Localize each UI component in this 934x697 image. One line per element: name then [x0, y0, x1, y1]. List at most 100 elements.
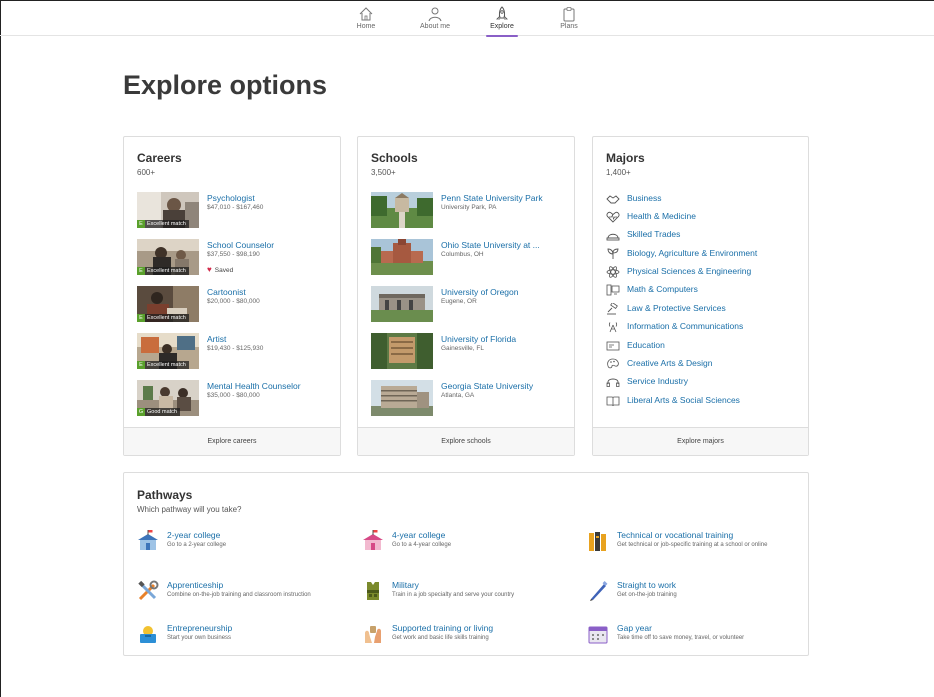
school-title[interactable]: University of Oregon [441, 287, 518, 297]
heart-pulse-icon [606, 211, 620, 223]
schools-heading: Schools [371, 151, 418, 165]
atom-icon [606, 266, 620, 278]
explore-majors-button[interactable]: Explore majors [593, 427, 808, 455]
pathway-2-year-college[interactable]: 2-year college Go to a 2-year college [137, 530, 352, 558]
match-badge: G Good match [137, 408, 180, 416]
match-badge: E Excellent match [137, 220, 189, 228]
major-item-math[interactable]: Math & Computers [606, 283, 806, 297]
career-title[interactable]: School Counselor [207, 240, 274, 250]
antenna-icon [608, 322, 618, 333]
major-item-business[interactable]: Business [606, 192, 806, 206]
vest-icon [367, 582, 379, 600]
major-item-information[interactable]: Information & Communications [606, 320, 806, 334]
palette-icon [607, 358, 619, 369]
match-badge: E Excellent match [137, 361, 189, 369]
school-title[interactable]: Ohio State University at ... [441, 240, 540, 250]
saved-indicator[interactable]: ♥ Saved [207, 265, 233, 274]
schools-count: 3,500+ [371, 168, 396, 177]
gavel-icon [607, 303, 618, 315]
headset-icon [606, 378, 620, 387]
career-title[interactable]: Cartoonist [207, 287, 246, 297]
clipboard-icon [563, 7, 575, 22]
school-location: Atlanta, GA [441, 392, 475, 399]
hard-hat-icon [606, 233, 620, 241]
pathway-apprenticeship[interactable]: Apprenticeship Combine on-the-job traini… [137, 580, 352, 608]
computer-icon [606, 284, 620, 296]
school-thumbnail [371, 380, 433, 416]
school-location: Columbus, OH [441, 251, 484, 258]
major-item-service[interactable]: Service Industry [606, 375, 806, 389]
school-location: University Park, PA [441, 204, 497, 211]
major-item-health[interactable]: Health & Medicine [606, 210, 806, 224]
school-item[interactable]: Georgia State University Atlanta, GA [371, 380, 566, 416]
career-thumbnail: G Good match [137, 380, 199, 416]
school-item[interactable]: University of Florida Gainesville, FL [371, 333, 566, 369]
career-title[interactable]: Artist [207, 334, 226, 344]
home-icon [359, 7, 373, 21]
school-location: Eugene, OR [441, 298, 477, 305]
school-title[interactable]: Georgia State University [441, 381, 533, 391]
major-item-law[interactable]: Law & Protective Services [606, 302, 806, 316]
careers-heading: Careers [137, 151, 182, 165]
career-thumbnail: E Excellent match [137, 333, 199, 369]
pathway-straight-to-work[interactable]: Straight to work Get on-the-job training [587, 580, 802, 608]
book-icon [606, 396, 620, 407]
pathway-supported-training[interactable]: Supported training or living Get work an… [362, 623, 577, 651]
school-item[interactable]: University of Oregon Eugene, OR [371, 286, 566, 322]
school-location: Gainesville, FL [441, 345, 484, 352]
school-item[interactable]: Ohio State University at ... Columbus, O… [371, 239, 566, 275]
career-item[interactable]: E Excellent match Cartoonist $20,000 - $8… [137, 286, 332, 322]
career-salary: $47,010 - $167,460 [207, 204, 264, 211]
career-item[interactable]: E Excellent match Psychologist $47,010 - … [137, 192, 332, 228]
match-badge: E Excellent match [137, 314, 189, 322]
school-title[interactable]: University of Florida [441, 334, 516, 344]
career-title[interactable]: Mental Health Counselor [207, 381, 301, 391]
career-thumbnail: E Excellent match [137, 239, 199, 275]
careers-card: Careers 600+ E Excellent match Psychologi… [123, 136, 341, 456]
major-item-liberal-arts[interactable]: Liberal Arts & Social Sciences [606, 394, 806, 408]
career-salary: $19,430 - $125,930 [207, 345, 264, 352]
explore-careers-button[interactable]: Explore careers [124, 427, 340, 455]
pathways-subtitle: Which pathway will you take? [137, 505, 242, 514]
school-title[interactable]: Penn State University Park [441, 193, 543, 203]
career-item[interactable]: E Excellent match School Counselor $37,55… [137, 239, 332, 275]
major-item-creative-arts[interactable]: Creative Arts & Design [606, 357, 806, 371]
pen-icon [590, 581, 608, 601]
nav-item-explore[interactable]: Explore [472, 6, 532, 37]
nav-item-home[interactable]: Home [336, 6, 396, 30]
major-item-biology[interactable]: Biology, Agriculture & Environment [606, 247, 806, 261]
major-item-physical-sciences[interactable]: Physical Sciences & Engineering [606, 265, 806, 279]
nav-item-about-me[interactable]: About me [405, 6, 465, 30]
major-item-education[interactable]: Education [606, 339, 806, 353]
top-navigation: Home About me Explore Plans [0, 0, 934, 37]
majors-count: 1,400+ [606, 168, 631, 177]
match-badge: E Excellent match [137, 267, 189, 275]
school-thumbnail [371, 239, 433, 275]
explore-schools-button[interactable]: Explore schools [358, 427, 574, 455]
active-tab-indicator [486, 35, 518, 37]
calendar-icon [588, 626, 608, 644]
pathway-entrepreneurship[interactable]: Entrepreneurship Start your own business [137, 623, 352, 651]
nav-label-about-me: About me [420, 23, 450, 30]
nav-label-explore: Explore [490, 23, 514, 30]
nav-label-plans: Plans [560, 23, 578, 30]
career-salary: $20,000 - $80,000 [207, 298, 260, 305]
nav-label-home: Home [356, 23, 376, 30]
major-item-skilled-trades[interactable]: Skilled Trades [606, 228, 806, 242]
career-item[interactable]: E Excellent match Artist $19,430 - $125,9… [137, 333, 332, 369]
pathway-4-year-college[interactable]: 4-year college Go to a 4-year college [362, 530, 577, 558]
bulb-icon [140, 626, 156, 643]
nav-item-plans[interactable]: Plans [539, 6, 599, 30]
career-thumbnail: E Excellent match [137, 192, 199, 228]
page-title: Explore options [123, 70, 328, 100]
career-title[interactable]: Psychologist [207, 193, 255, 203]
handshake-icon [606, 195, 620, 204]
careers-count: 600+ [137, 168, 156, 177]
career-salary: $35,000 - $80,000 [207, 392, 260, 399]
career-item[interactable]: G Good match Mental Health Counselor $35,… [137, 380, 332, 416]
pathway-military[interactable]: Military Train in a job specialty and se… [362, 580, 577, 608]
hands-icon [365, 626, 381, 643]
school-item[interactable]: Penn State University Park University Pa… [371, 192, 566, 228]
pathway-gap-year[interactable]: Gap year Take time off to save money, tr… [587, 623, 802, 651]
pathway-technical-training[interactable]: Technical or vocational training Get tec… [587, 530, 802, 558]
